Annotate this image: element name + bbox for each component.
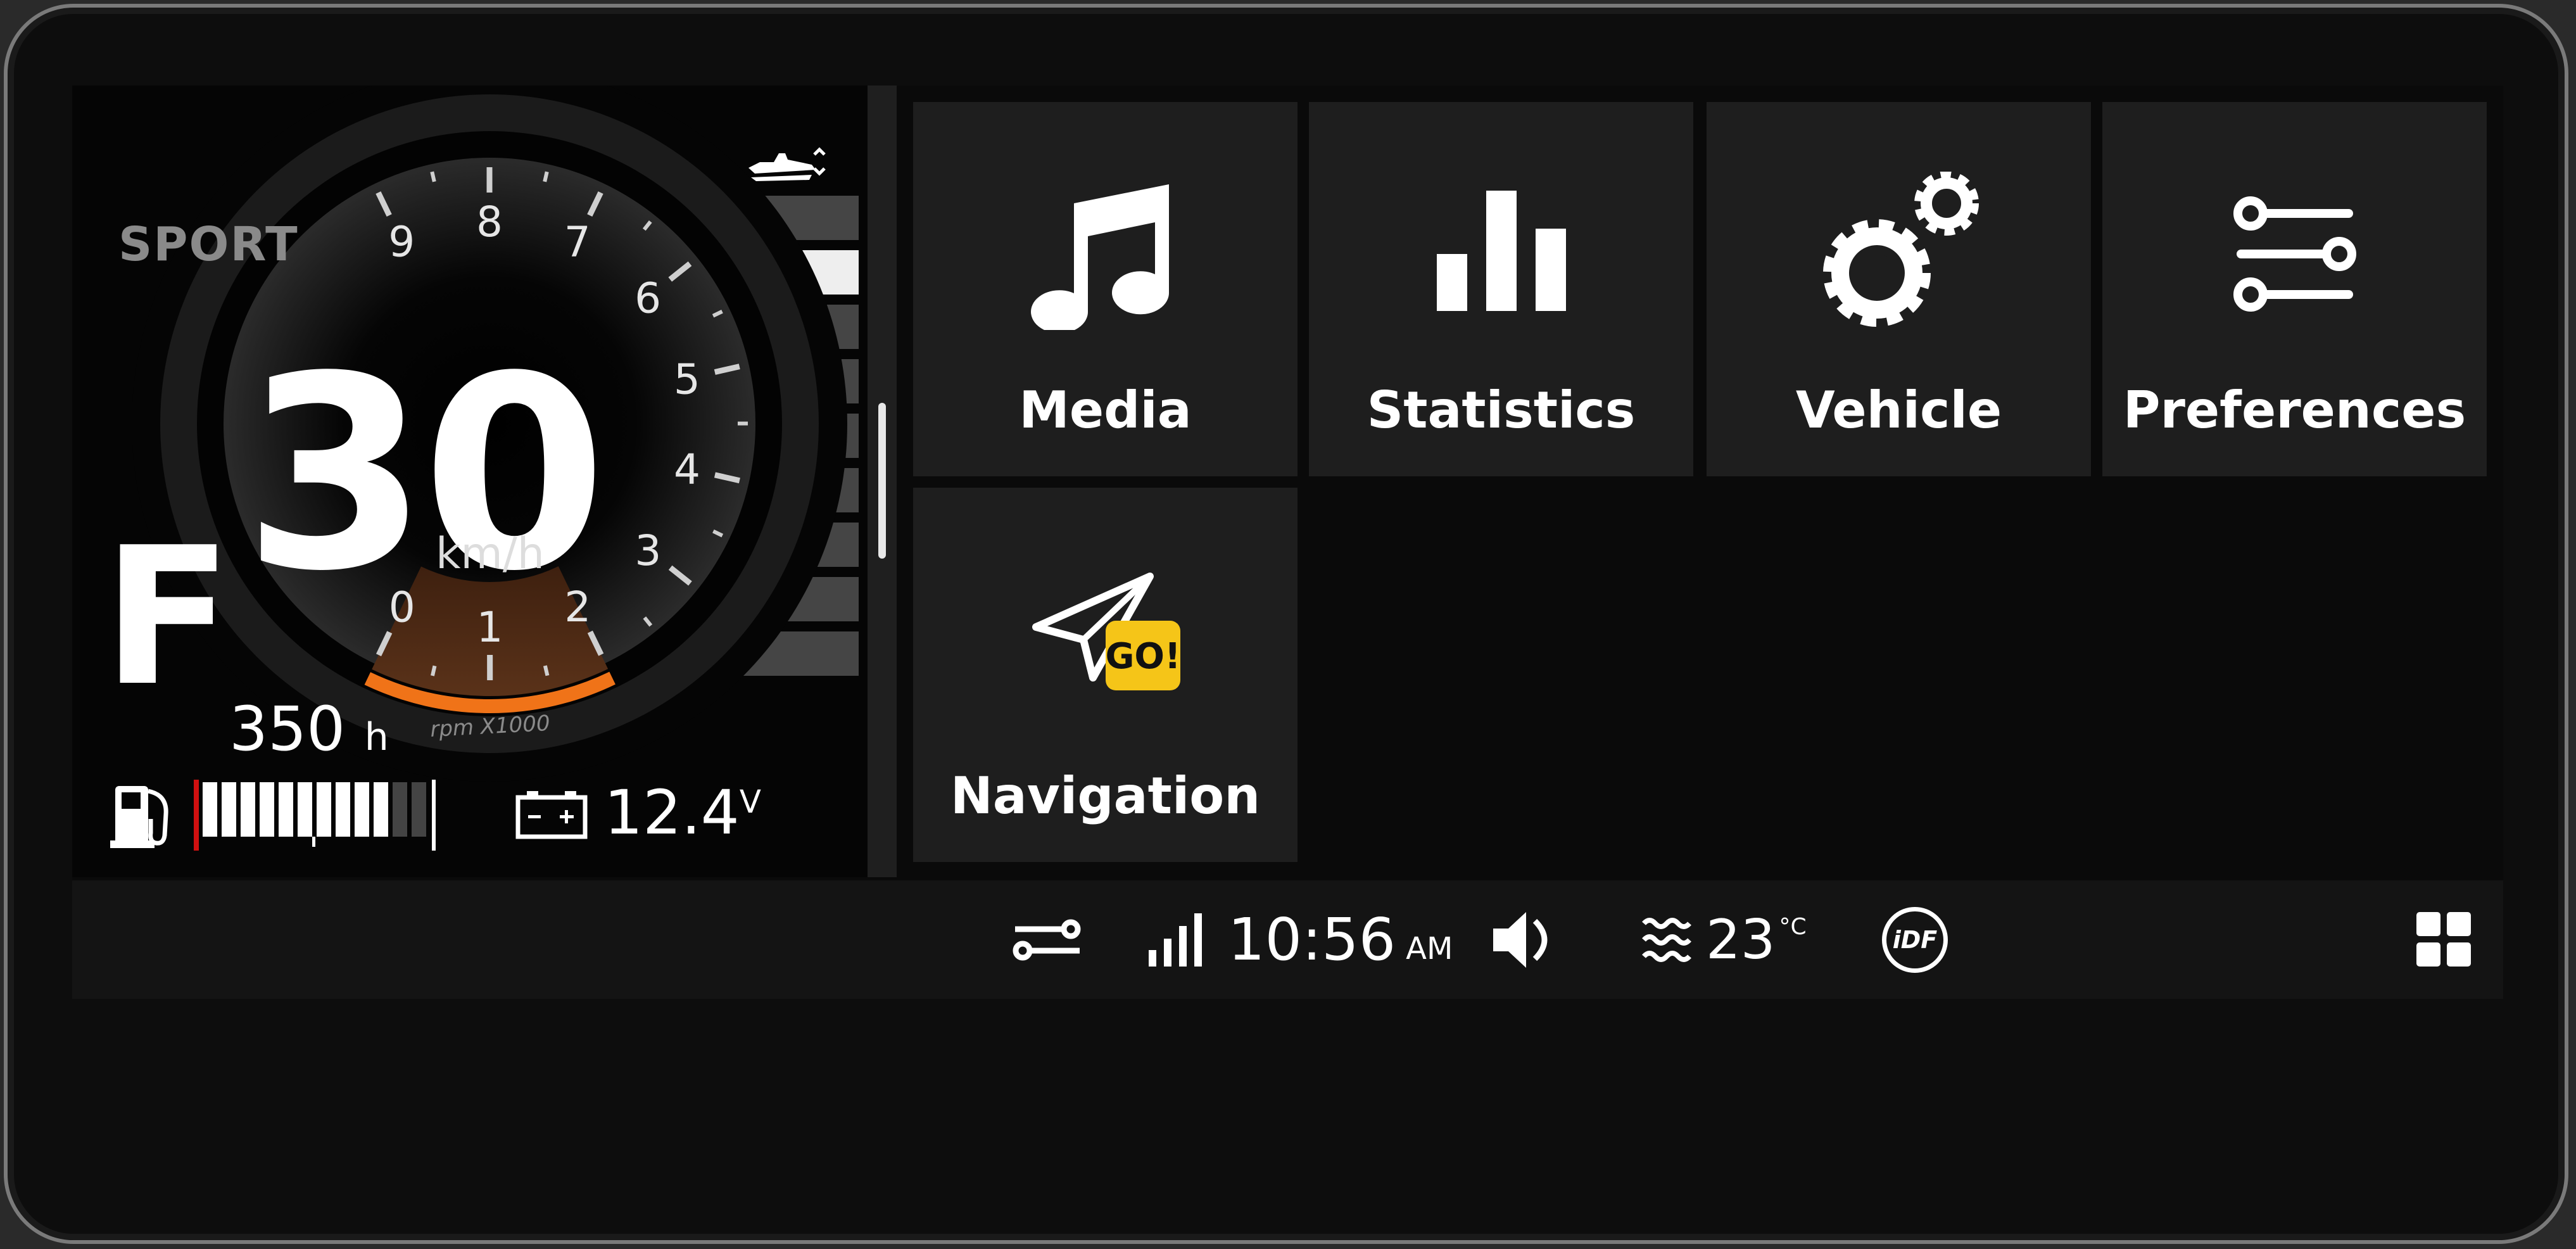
tile-label: Vehicle [1795,381,2002,440]
music-note-icon [913,165,1297,343]
fuel-segment [260,782,274,837]
fuel-half-marker [312,837,315,847]
apps-grid-button[interactable] [2416,880,2472,999]
rpm-tick-label: 6 [635,274,661,322]
gears-icon [1707,165,2091,343]
fuel-segment [317,782,331,837]
rpm-tick-label: 4 [674,445,700,494]
idf-icon: iDF [1882,906,1948,973]
speed-unit: km/h [436,529,545,579]
water-temperature-icon [1641,880,1692,999]
fuel-segment [279,782,293,837]
grid-icon [2416,911,2471,967]
clock-ampm: AM [1406,930,1453,967]
fuel-segment [412,782,426,837]
engine-hours-value: 350 [229,694,346,764]
panel-divider[interactable] [868,86,897,877]
battery-icon [515,791,588,839]
fuel-empty-marker [194,780,199,851]
signal-icon [1147,880,1204,999]
status-bar: 10:56 AM 23 °C iDF [72,880,2503,999]
jet-ski-trim-icon [748,147,826,181]
rpm-tick-label: 5 [674,355,700,404]
water-temperature-value: 23 [1706,908,1776,972]
sliders-icon [2102,165,2487,343]
fuel-gauge [194,780,436,851]
tile-preferences[interactable]: Preferences [2102,102,2487,476]
quick-settings-button[interactable] [1013,880,1082,999]
tile-label: Navigation [950,766,1261,825]
ride-mode: SPORT [118,217,299,272]
fuel-pump-icon [110,786,168,848]
rpm-tick [431,665,437,676]
tile-label: Statistics [1367,381,1636,440]
idf-button[interactable]: iDF [1882,880,1948,999]
battery-voltage-unit: V [739,783,761,820]
rpm-tick-label: 8 [476,198,503,246]
go-badge-text: GO! [1105,636,1180,677]
volume-icon [1493,911,1548,968]
volume-button[interactable] [1491,880,1560,999]
tile-label: Media [1019,381,1192,440]
fuel-segment [336,782,350,837]
bar-chart-icon [1309,165,1693,343]
rpm-tick [543,665,550,676]
fuel-full-marker [432,780,436,851]
rpm-tick-label: 7 [564,218,591,267]
rpm-tick [543,171,549,182]
clock: 10:56 AM [1228,880,1453,999]
rpm-tick-label: 9 [388,218,415,267]
fuel-segment [298,782,312,837]
water-temperature: 23 °C [1706,880,1807,999]
battery-voltage-value: 12.4 [604,777,740,848]
tile-media[interactable]: Media [913,102,1297,476]
fuel-segment [241,782,255,837]
engine-hours-unit: h [364,715,389,759]
tile-statistics[interactable]: Statistics [1309,102,1693,476]
paper-plane-icon: GO! [913,551,1297,728]
water-temperature-unit: °C [1779,914,1807,940]
fuel-segment [222,782,236,837]
clock-time: 10:56 [1228,906,1396,973]
tile-navigation[interactable]: GO! Navigation [913,488,1297,862]
divider-handle[interactable] [878,403,886,559]
rpm-tick [430,171,436,182]
fuel-segment [203,782,217,837]
idf-label: iDF [1892,925,1938,954]
instrument-cluster: 0123456789 SPORT 30 km/h F 350 h rpm X10… [72,86,868,877]
fuel-segment [355,782,369,837]
tile-vehicle[interactable]: Vehicle [1707,102,2091,476]
gear-indicator: F [103,507,232,728]
fuel-segment [393,782,407,837]
fuel-segment [374,782,388,837]
rpm-tick-label: 3 [635,526,661,575]
engine-hours: 350 h [229,694,389,764]
sliders-icon [1013,919,1081,960]
screen: 0123456789 SPORT 30 km/h F 350 h rpm X10… [72,86,2503,999]
tile-label: Preferences [2123,381,2466,440]
battery-voltage: 12.4V [604,777,761,848]
